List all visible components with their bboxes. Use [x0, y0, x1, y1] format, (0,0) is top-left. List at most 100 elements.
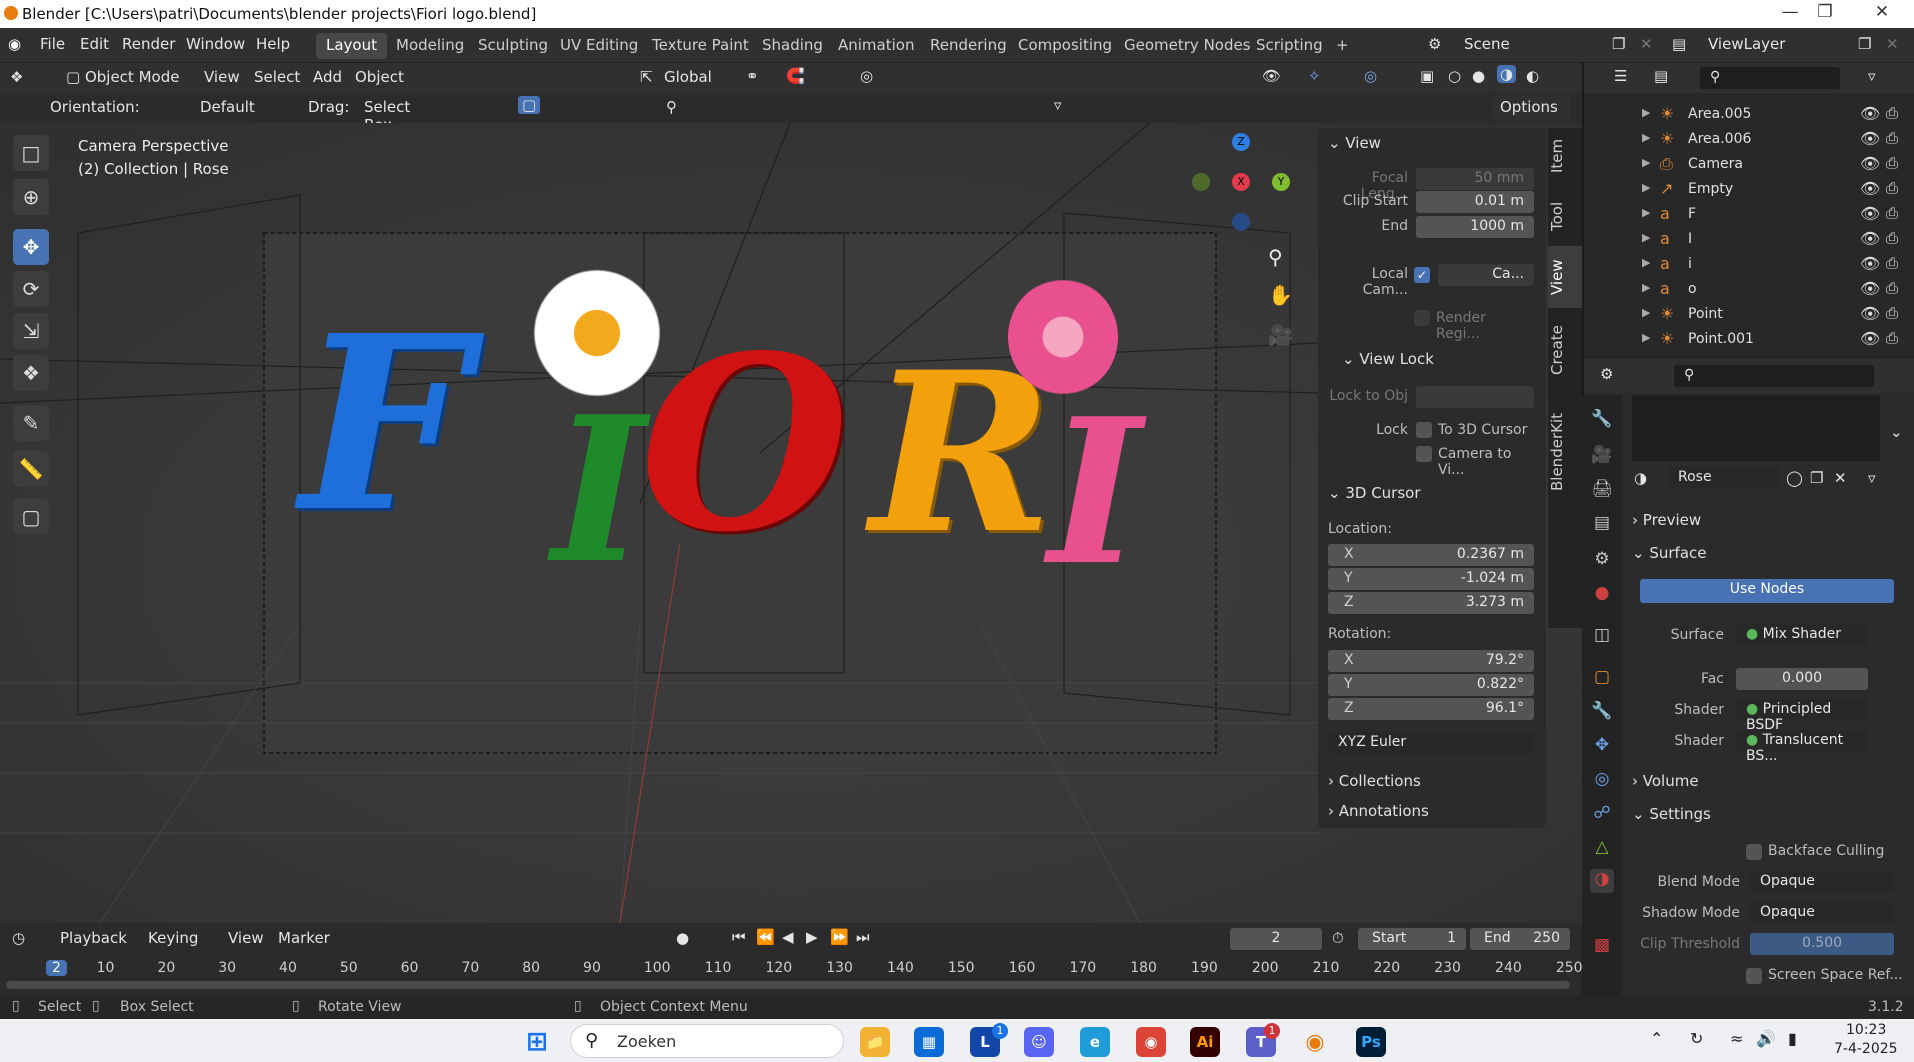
edge-icon[interactable]: e [1080, 1027, 1110, 1057]
proportional-edit-icon[interactable]: ◎ [860, 67, 873, 85]
material-browse-icon[interactable]: ◑ [1634, 469, 1647, 487]
annotate-tool-icon[interactable]: ✎ [13, 405, 49, 441]
expand-icon[interactable]: ▶ [1642, 256, 1650, 269]
render-camera-icon[interactable]: ⎙ [1886, 329, 1898, 347]
wireframe-shading-icon[interactable]: ○ [1448, 67, 1461, 85]
tab-modeling[interactable]: Modeling [386, 33, 474, 59]
search-icon[interactable]: ⚲ [666, 98, 677, 116]
material-name-field[interactable]: Rose [1668, 467, 1780, 489]
current-frame-field[interactable]: 2 [1230, 928, 1322, 950]
material-props-icon[interactable]: ◑ [1590, 869, 1614, 893]
clock-date[interactable]: 7-4-2025 [1834, 1041, 1898, 1057]
unlink-material-icon[interactable]: ✕ [1834, 469, 1847, 487]
remove-view-layer-icon[interactable]: ✕ [1886, 35, 1899, 53]
world-props-icon[interactable]: ● [1590, 583, 1614, 607]
outliner-editor-type-icon[interactable]: ☰ [1614, 67, 1627, 85]
expand-icon[interactable]: ▶ [1642, 156, 1650, 169]
gizmo-toggle-icon[interactable]: ✧ [1308, 67, 1321, 85]
clip-start-field[interactable]: 0.01 m [1416, 191, 1534, 213]
transform-orientation-icon[interactable]: ⇱ [640, 68, 653, 86]
local-camera-field[interactable]: Ca... [1438, 264, 1534, 286]
render-camera-icon[interactable]: ⎙ [1886, 229, 1898, 247]
blender-taskbar-icon[interactable]: ◉ [1300, 1027, 1330, 1057]
options-dropdown[interactable]: Options [1492, 95, 1570, 121]
jump-start-icon[interactable]: ⏮ [732, 928, 746, 946]
pivot-point-icon[interactable]: ⚭ [746, 67, 759, 85]
annotations-panel-title[interactable]: › Annotations [1328, 802, 1429, 820]
tab-scripting[interactable]: Scripting [1246, 33, 1333, 59]
drag-select[interactable]: Select Box [356, 95, 448, 134]
local-camera-checkbox[interactable]: ✓ [1414, 267, 1430, 283]
expand-icon[interactable]: ▶ [1642, 281, 1650, 294]
object-props-icon[interactable]: ▢ [1590, 667, 1614, 691]
blender-menu-icon[interactable]: ◉ [8, 35, 21, 53]
eye-icon[interactable]: 👁 [1860, 129, 1880, 148]
tab-texture-paint[interactable]: Texture Paint [642, 33, 759, 59]
play-reverse-icon[interactable]: ◀ [782, 928, 794, 946]
sync-icon[interactable]: ↻ [1690, 1029, 1703, 1048]
scene-props-icon[interactable]: ⚙ [1590, 549, 1614, 573]
overlay-toggle-icon[interactable]: ◎ [1364, 67, 1377, 85]
render-camera-icon[interactable]: ⎙ [1886, 104, 1898, 122]
measure-tool-icon[interactable]: 📏 [13, 451, 49, 487]
filter-icon[interactable]: ▿ [1054, 96, 1062, 114]
lock-to-3d-cursor-checkbox[interactable] [1416, 422, 1432, 438]
viewport-menu-object[interactable]: Object [355, 68, 404, 86]
zoom-icon[interactable]: ⚲ [1268, 245, 1283, 269]
expand-icon[interactable]: ▶ [1642, 206, 1650, 219]
transform-tool-icon[interactable]: ❖ [13, 355, 49, 391]
collections-panel-title[interactable]: › Collections [1328, 772, 1421, 790]
expand-icon[interactable]: ▶ [1642, 331, 1650, 344]
eye-icon[interactable]: 👁 [1860, 304, 1880, 323]
expand-icon[interactable]: ▶ [1642, 306, 1650, 319]
fac-field[interactable]: 0.000 [1736, 668, 1868, 690]
outliner-row[interactable]: ▶ ☀ Point 👁 ⎙ [1584, 303, 1914, 327]
outliner-row[interactable]: ▶ ☀ Point.001 👁 ⎙ [1584, 328, 1914, 352]
close-icon[interactable]: ✕ [1862, 2, 1902, 22]
particles-props-icon[interactable]: ✥ [1590, 735, 1614, 759]
shadow-mode-select[interactable]: Opaque [1750, 902, 1894, 924]
transform-orientation-select[interactable]: Global [664, 68, 712, 86]
outliner-row[interactable]: ▶ a i 👁 ⎙ [1584, 253, 1914, 277]
texture-props-icon[interactable]: ▩ [1590, 935, 1614, 959]
preview-section[interactable]: › Preview [1632, 511, 1701, 529]
letter-o[interactable]: O [640, 303, 849, 585]
windows-start-icon[interactable]: ⊞ [522, 1027, 552, 1057]
cursor-tool-icon[interactable]: ⊕ [13, 179, 49, 215]
data-props-icon[interactable]: △ [1590, 837, 1614, 861]
output-props-icon[interactable]: 🖨 [1590, 479, 1614, 503]
expand-icon[interactable]: ▶ [1642, 106, 1650, 119]
battery-icon[interactable]: ▮ [1788, 1029, 1797, 1048]
editor-type-icon[interactable]: ❖ [10, 68, 23, 86]
photoshop-icon[interactable]: Ps [1356, 1027, 1386, 1057]
constraints-props-icon[interactable]: ☍ [1590, 803, 1614, 827]
add-workspace-button[interactable]: + [1326, 33, 1359, 59]
cursor-location-y[interactable]: Y -1.024 m [1328, 568, 1534, 590]
clock-time[interactable]: 10:23 [1846, 1022, 1886, 1038]
view-layer-icon[interactable]: ▤ [1672, 35, 1686, 53]
node-filter-icon[interactable]: ▿ [1868, 469, 1876, 487]
tab-tool[interactable]: Tool [1548, 188, 1582, 244]
camera-view-icon[interactable]: 🎥 [1268, 323, 1293, 347]
eye-icon[interactable]: 👁 [1860, 279, 1880, 298]
viewport-menu-select[interactable]: Select [254, 68, 300, 86]
eye-icon[interactable]: 👁 [1860, 254, 1880, 273]
navigation-gizmo[interactable]: Z X Y [1192, 133, 1290, 231]
tab-create[interactable]: Create [1548, 310, 1582, 390]
outliner-row[interactable]: ▶ ⎙ Camera 👁 ⎙ [1584, 153, 1914, 177]
gizmo-neg-y-axis[interactable] [1192, 173, 1210, 191]
pan-hand-icon[interactable]: ✋ [1268, 283, 1293, 307]
chrome-icon[interactable]: ◉ [1136, 1027, 1166, 1057]
eye-icon[interactable]: 👁 [1860, 179, 1880, 198]
material-slot-menu-icon[interactable]: ⌄ [1890, 423, 1903, 441]
shader2-field[interactable]: ● Translucent BS... [1736, 730, 1868, 764]
rotation-mode-select[interactable]: XYZ Euler [1328, 732, 1534, 754]
viewport-menu-add[interactable]: Add [313, 68, 342, 86]
select-box-tool-icon[interactable]: □ [13, 135, 49, 171]
tab-animation[interactable]: Animation [828, 33, 924, 59]
letter-i-pink[interactable]: I [1048, 375, 1142, 610]
outliner-row[interactable]: ▶ ☀ Area.006 👁 ⎙ [1584, 128, 1914, 152]
expand-icon[interactable]: ▶ [1642, 131, 1650, 144]
tab-blenderkit[interactable]: BlenderKit [1548, 394, 1582, 510]
properties-search-input[interactable]: ⚲ [1674, 365, 1874, 387]
